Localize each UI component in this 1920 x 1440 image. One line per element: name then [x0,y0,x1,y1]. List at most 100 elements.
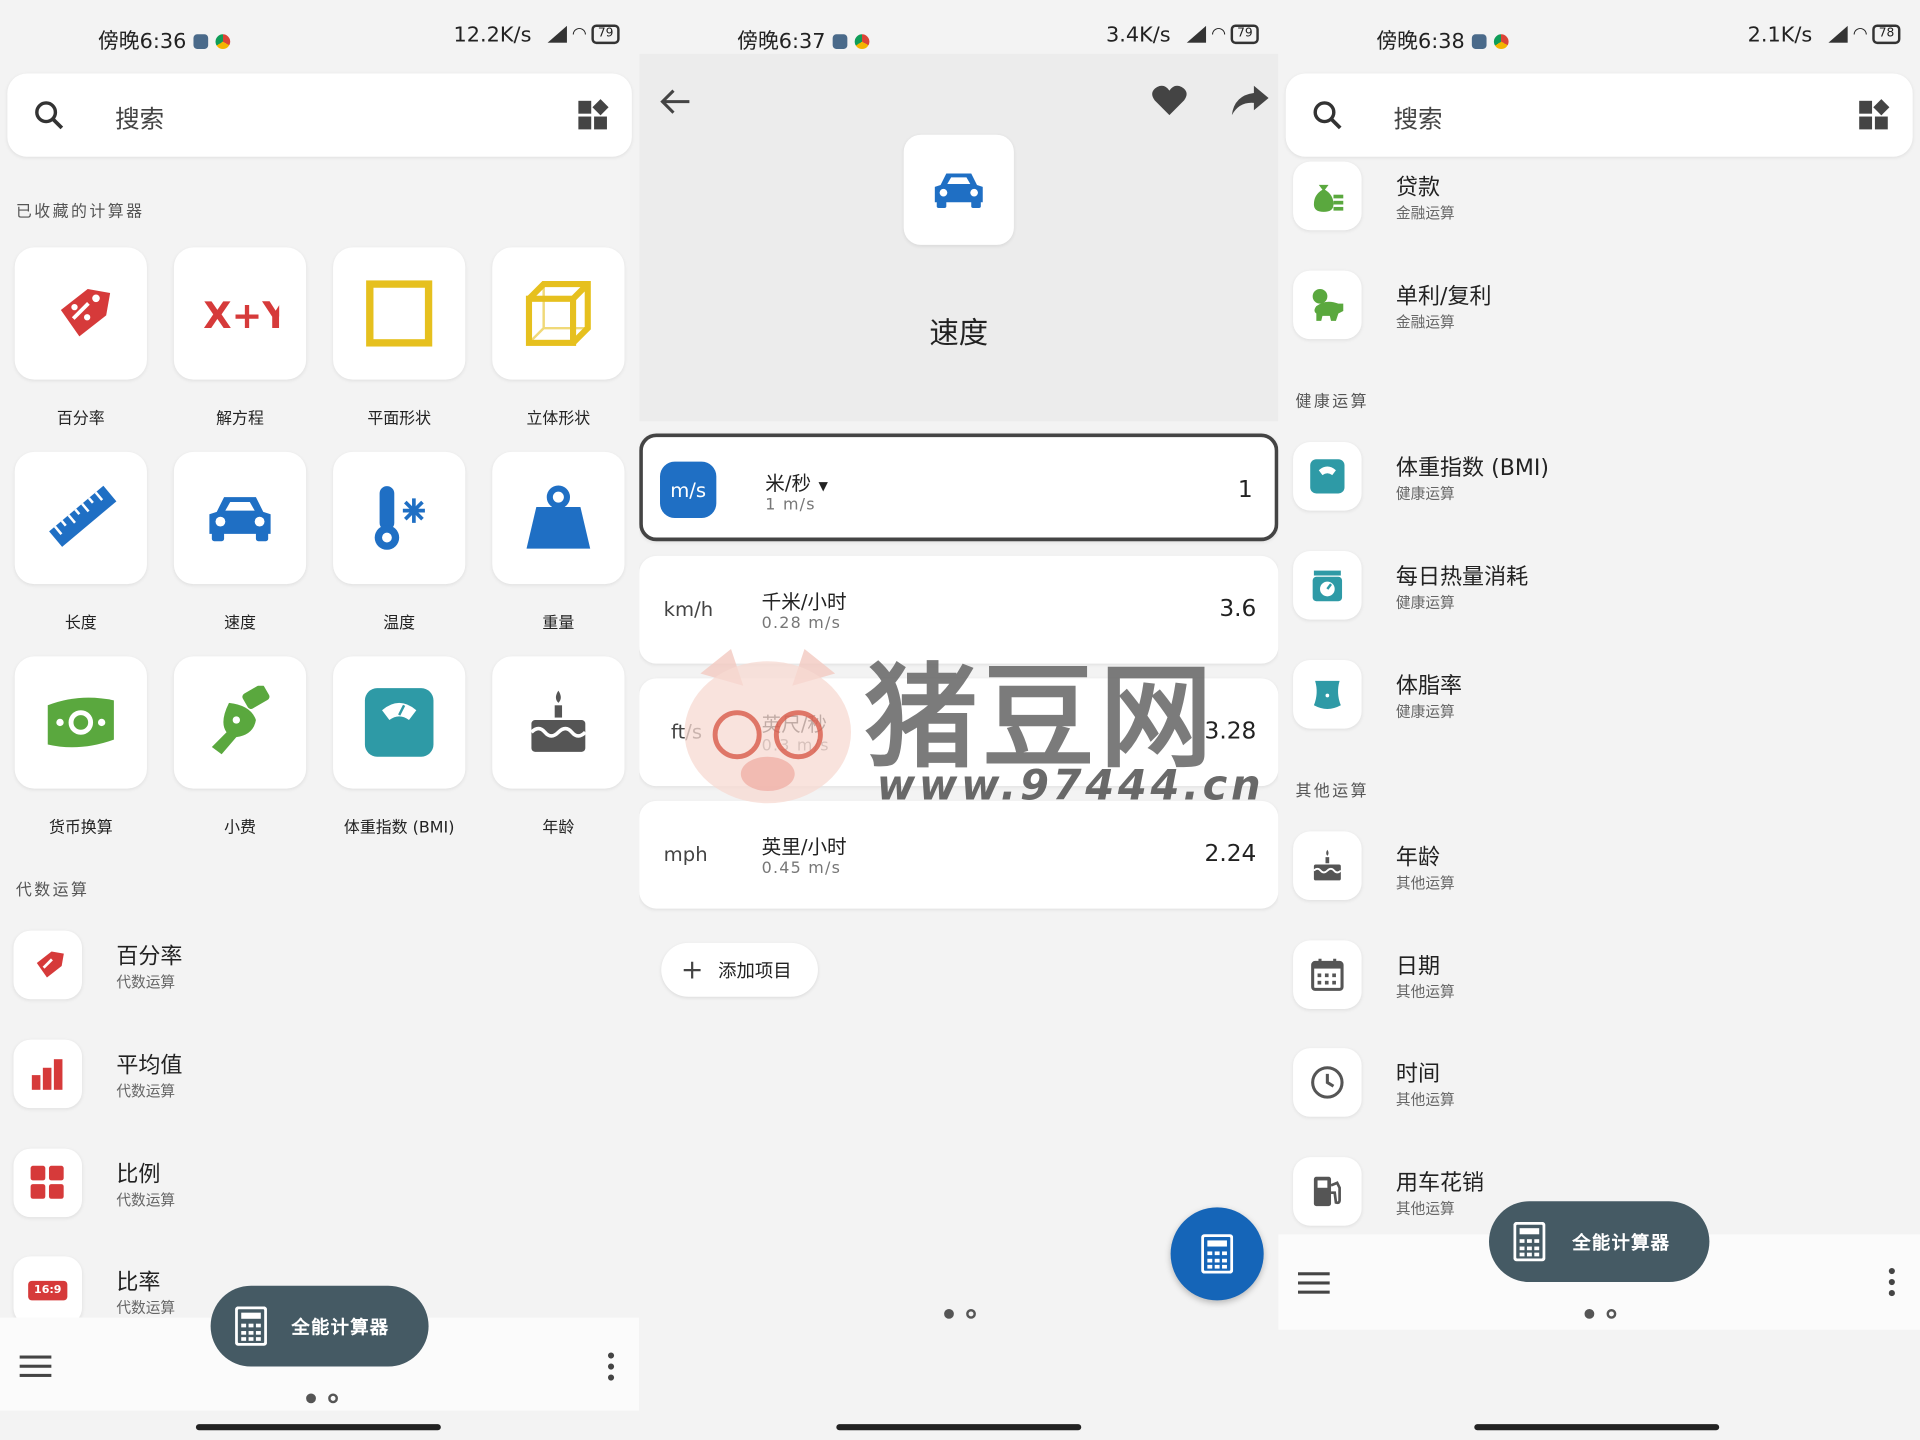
status-bar: 傍晚6:38 2.1K/s ◠ 78 [1278,0,1920,54]
battery-icon: 79 [591,24,620,45]
list-item-subtitle: 代数运算 [116,1299,176,1317]
equation-icon: X+Y [203,294,279,337]
unit-value[interactable]: 1 [1238,476,1253,503]
unit-name: 英里/小时 [761,835,847,859]
tile-label: 速度 [224,614,256,634]
list-item-title: 时间 [1395,1061,1441,1088]
list-item-bmi[interactable] [1293,442,1362,511]
unit-name[interactable]: 米/秒 ▼ [765,467,828,496]
status-bar: 傍晚6:37 3.4K/s ◠ 79 [639,0,1278,54]
tile-label: 小费 [224,819,256,838]
tile-temperature[interactable] [333,451,466,585]
calculator-icon [235,1306,267,1346]
list-item-average[interactable] [13,1039,83,1109]
signal-icon [1186,25,1207,43]
unit-row[interactable]: mph 英里/小时 0.45 m/s 2.24 [639,800,1279,909]
list-item-title: 平均值 [116,1053,183,1079]
all-calculator-button[interactable]: 全能计算器 [1488,1201,1710,1283]
tile-label: 温度 [383,614,416,634]
svg-text:X+Y: X+Y [203,294,279,337]
dashboard-icon[interactable] [576,98,610,132]
list-item-percent[interactable] [13,930,83,1000]
list-item-title: 贷款 [1395,175,1441,201]
unit-code-badge: m/s [660,461,717,518]
search-placeholder: 搜索 [1393,104,1443,134]
menu-icon[interactable] [1297,1271,1330,1295]
add-item-button[interactable]: + 添加项目 [661,942,819,997]
status-bar: 傍晚6:36 12.2K/s ◠ 79 [0,0,639,54]
back-arrow-icon[interactable] [659,88,691,115]
list-item-ratio[interactable]: 16:9 [13,1256,83,1325]
status-time: 傍晚6:37 [737,29,826,54]
list-item-subtitle: 其他运算 [1395,1091,1455,1109]
percent-tag-icon [60,288,111,337]
page-title: 速度 [929,315,989,351]
fab-label: 全能计算器 [1572,1231,1671,1254]
ratio-icon: 16:9 [27,1280,68,1301]
plus-icon: + [680,954,704,986]
list-item-interest[interactable] [1293,270,1362,340]
all-calculator-button[interactable]: 全能计算器 [210,1285,429,1367]
calculator-fab[interactable] [1170,1207,1264,1301]
tile-age[interactable] [492,656,625,789]
notification-icon [1472,34,1487,49]
more-vert-icon[interactable] [607,1352,615,1381]
menu-icon[interactable] [19,1354,52,1378]
fuel-icon [1313,1176,1341,1207]
list-item-date[interactable] [1293,940,1362,1009]
tile-label: 货币换算 [48,819,113,838]
list-item-subtitle: 健康运算 [1395,593,1455,612]
scale-icon [364,688,434,757]
search-icon [1313,101,1342,130]
more-vert-icon[interactable] [1888,1267,1895,1297]
list-item-body-fat[interactable] [1293,660,1362,729]
tile-plane-shape[interactable] [333,247,466,380]
add-item-label: 添加项目 [718,959,792,982]
money-icon [47,697,114,748]
calculator-list-screen-scrolled: 傍晚6:38 2.1K/s ◠ 78 搜索 贷款 金融运算 单利/复利 金融运算 … [1278,0,1920,1440]
unit-value[interactable]: 3.28 [1205,718,1257,745]
tile-length[interactable] [14,451,147,585]
list-item-proportion[interactable] [13,1148,83,1218]
tile-tip[interactable] [173,656,307,789]
calculator-icon [1201,1234,1234,1274]
unit-rate: 1 m/s [765,495,816,515]
unit-rate: 0.3 m/s [761,737,830,756]
tile-currency[interactable] [14,656,147,789]
unit-row-active[interactable]: m/s 米/秒 ▼ 1 m/s 1 [639,433,1279,542]
tile-weight[interactable] [492,451,625,585]
list-item-calorie[interactable] [1293,551,1362,620]
unit-value[interactable]: 3.6 [1219,595,1256,622]
unit-row[interactable]: km/h 千米/小时 0.28 m/s 3.6 [639,555,1279,664]
list-item-title: 体脂率 [1395,673,1463,700]
list-item-car-cost[interactable] [1293,1157,1362,1226]
tile-speed[interactable] [173,451,307,585]
search-bar[interactable]: 搜索 [7,73,632,157]
list-item-title: 单利/复利 [1395,284,1492,310]
unit-row[interactable]: ft/s 英尺/秒 0.3 m/s 3.28 [639,678,1279,787]
unit-rate: 0.45 m/s [761,859,842,878]
list-item-title: 体重指数 (BMI) [1395,455,1549,482]
list-item-time[interactable] [1293,1048,1362,1117]
search-bar[interactable]: 搜索 [1285,73,1913,157]
wifi-icon: ◠ [1852,24,1868,45]
unit-value[interactable]: 2.24 [1205,840,1257,867]
unit-name: 英尺/秒 [761,712,828,736]
ruler-icon [49,485,117,547]
tile-solid-shape[interactable] [492,247,625,380]
wifi-icon: ◠ [1211,24,1227,45]
tile-percent[interactable] [14,247,147,380]
favorite-heart-icon[interactable] [1151,83,1188,117]
page-indicator [944,1308,976,1319]
calculator-icon [1513,1222,1546,1262]
tile-bmi[interactable] [333,656,466,789]
list-item-title: 百分率 [116,944,183,970]
list-item-subtitle: 其他运算 [1395,1200,1455,1218]
list-item-loan[interactable] [1293,161,1362,231]
dashboard-icon[interactable] [1856,98,1890,132]
list-item-age[interactable] [1293,831,1362,901]
notification-icon [832,34,848,49]
share-icon[interactable] [1229,83,1271,117]
tile-equation[interactable]: X+Y [173,247,307,380]
speed-converter-screen: 傍晚6:37 3.4K/s ◠ 79 速度 m/s 米/秒 ▼ 1 m/s 1 km… [639,0,1279,1440]
